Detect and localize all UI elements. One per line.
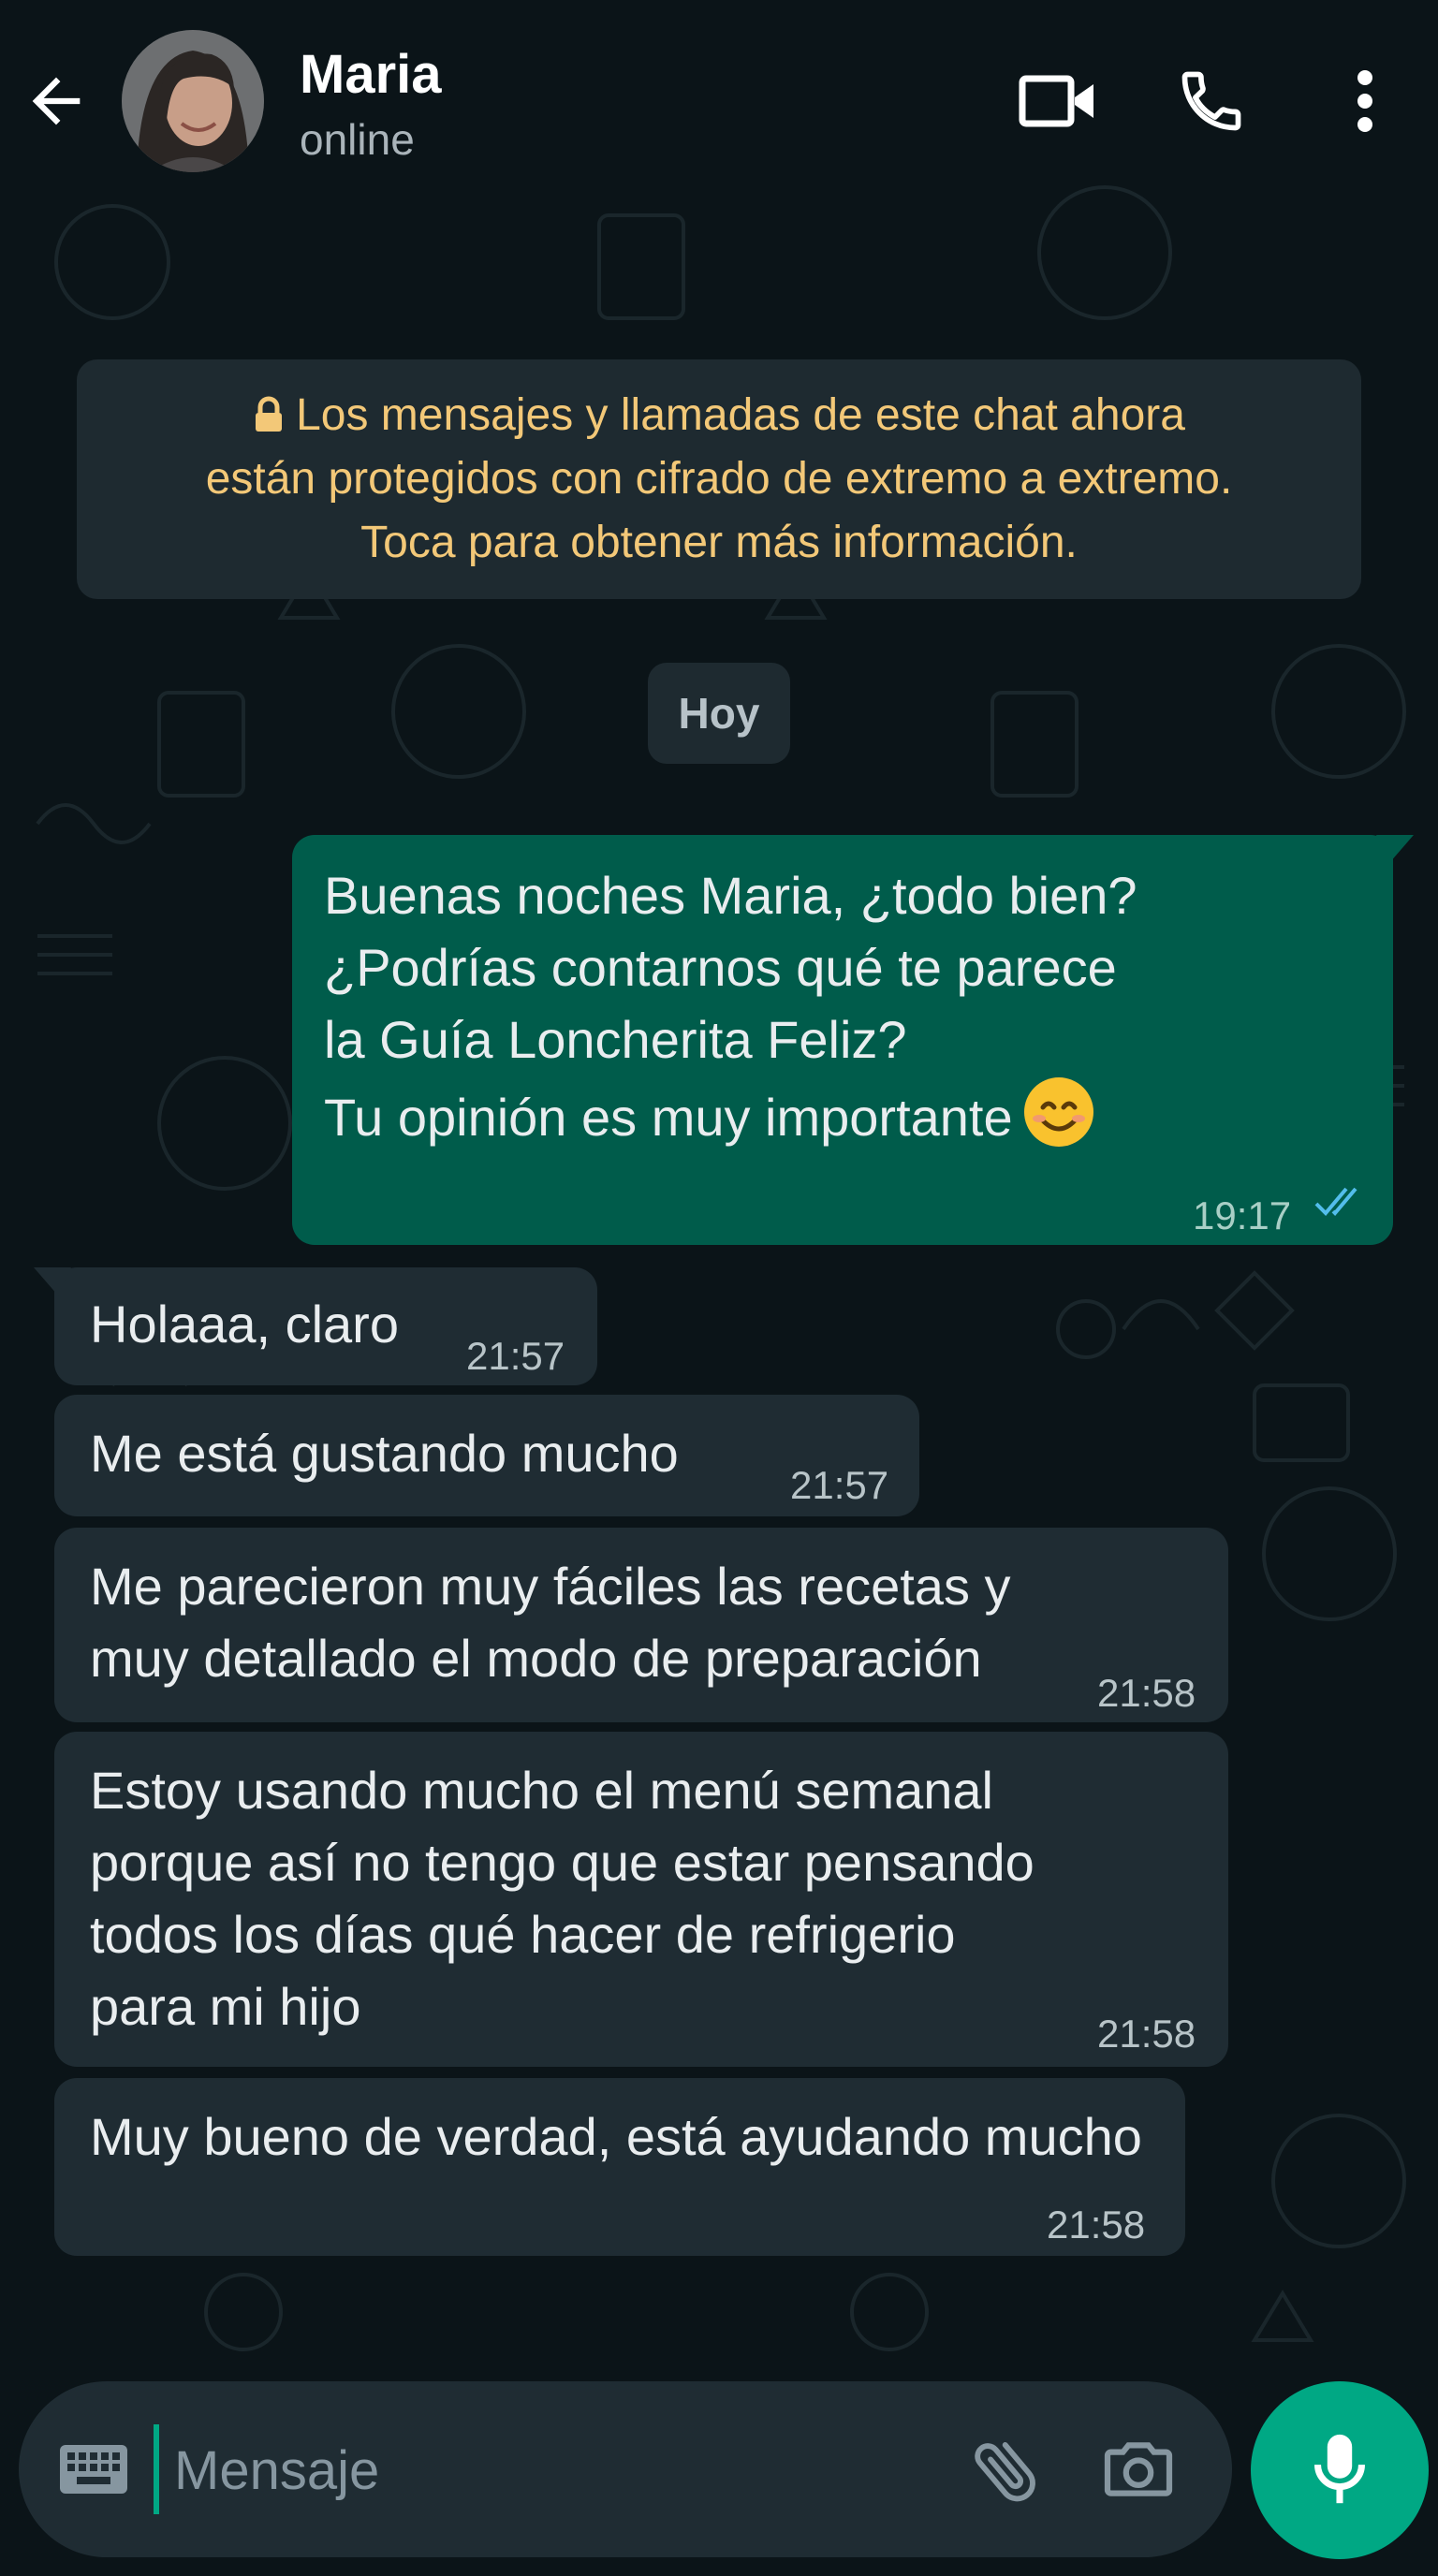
message-bubble-outgoing[interactable]: Buenas noches Maria, ¿todo bien? ¿Podría…	[292, 835, 1414, 1245]
message-bubble-incoming[interactable]: Me parecieron muy fáciles las recetas y …	[54, 1528, 1228, 1722]
message-time: 21:58	[1047, 2203, 1146, 2247]
date-separator: Hoy	[648, 663, 790, 764]
contact-status: online	[300, 115, 415, 164]
message-time: 19:17	[1193, 1193, 1292, 1237]
mic-button[interactable]	[1251, 2381, 1429, 2559]
message-bubble-incoming[interactable]: Me está gustando mucho 21:57	[54, 1395, 919, 1516]
bubble-tail	[1376, 835, 1414, 863]
chat-header: Maria online	[0, 0, 1438, 197]
message-bubble-incoming[interactable]: Estoy usando mucho el menú semanal porqu…	[54, 1732, 1228, 2067]
message-time: 21:58	[1097, 1671, 1196, 1715]
contact-name[interactable]: Maria	[300, 43, 442, 106]
message-text: todos los días qué hacer de refrigerio	[90, 1905, 956, 1964]
message-text: Me parecieron muy fáciles las recetas y	[90, 1557, 1011, 1616]
back-arrow-icon[interactable]	[21, 66, 92, 137]
smiling-face-emoji	[1023, 1077, 1093, 1147]
encryption-notice[interactable]: Los mensajes y llamadas de este chat aho…	[77, 359, 1361, 599]
message-text: porque así no tengo que estar pensando	[90, 1833, 1034, 1892]
message-bubble-incoming[interactable]: Muy bueno de verdad, está ayudando mucho…	[54, 2078, 1185, 2256]
message-text: muy detallado el modo de preparación	[90, 1629, 982, 1688]
message-text: Muy bueno de verdad, está ayudando mucho	[90, 2107, 1142, 2166]
bubble-tail	[34, 1267, 71, 1295]
message-composer	[19, 2381, 1232, 2557]
mic-icon	[1314, 2434, 1365, 2504]
message-text: ¿Podrías contarnos qué te parece	[324, 938, 1117, 997]
more-vert-icon[interactable]	[1322, 58, 1408, 144]
camera-icon[interactable]	[1097, 2428, 1180, 2510]
encryption-notice-line-1: Los mensajes y llamadas de este chat aho…	[77, 384, 1361, 447]
message-text: Estoy usando mucho el menú semanal	[90, 1761, 993, 1820]
text-cursor	[154, 2424, 159, 2514]
lock-icon	[256, 396, 283, 432]
message-bubble-incoming[interactable]: Holaaa, claro 21:57	[34, 1267, 597, 1385]
message-input[interactable]	[172, 2422, 925, 2518]
message-time: 21:57	[466, 1334, 565, 1378]
message-time: 21:58	[1097, 2012, 1196, 2056]
attach-icon[interactable]	[964, 2428, 1047, 2510]
phone-icon[interactable]	[1168, 58, 1255, 144]
message-text: para mi hijo	[90, 1977, 361, 2036]
double-check-icon	[1314, 1187, 1357, 1216]
keyboard-icon[interactable]	[58, 2443, 129, 2496]
encryption-notice-line-2: están protegidos con cifrado de extremo …	[205, 454, 1233, 504]
video-call-icon[interactable]	[1015, 58, 1101, 144]
message-text: la Guía Loncherita Feliz?	[324, 1010, 907, 1069]
message-text: Buenas noches Maria, ¿todo bien?	[324, 866, 1137, 925]
message-time: 21:57	[790, 1463, 889, 1507]
avatar[interactable]	[122, 30, 264, 172]
message-text-last-line: Tu opinión es muy importante	[324, 1076, 1393, 1153]
encryption-notice-line-3: Toca para obtener más información.	[360, 518, 1078, 567]
